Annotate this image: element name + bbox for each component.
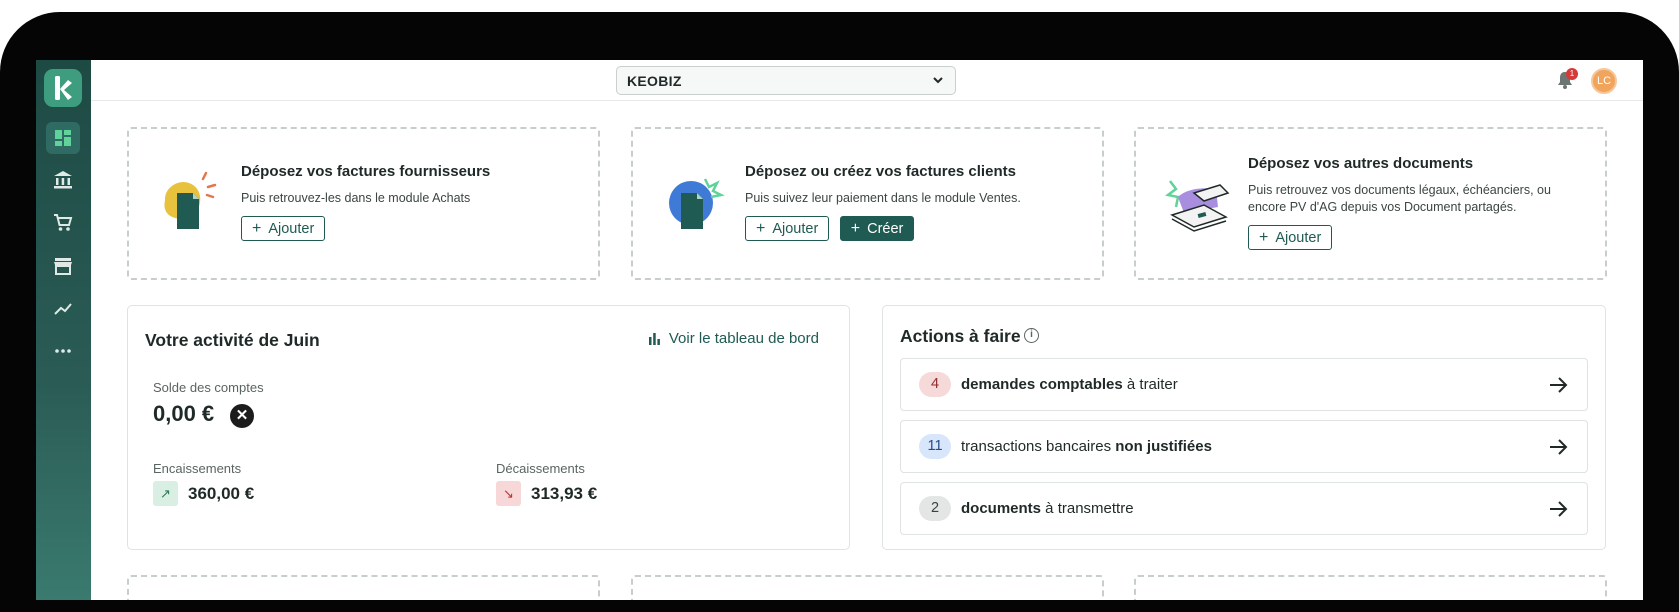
arrow-right-icon <box>1550 501 1568 517</box>
topbar: KEOBIZ 1 LC <box>91 60 1643 101</box>
inflows-label: Encaissements <box>153 461 242 476</box>
card-subtitle: Puis suivez leur paiement dans le module… <box>745 191 1021 205</box>
action-text-bold: non justifiées <box>1115 438 1212 455</box>
count-badge: 2 <box>919 496 951 521</box>
device-frame: KEOBIZ 1 LC Déposez vos factures fournis… <box>0 12 1679 612</box>
action-row-accounting-requests[interactable]: 4 demandes comptables à traiter <box>900 358 1588 411</box>
app-screen: KEOBIZ 1 LC Déposez vos factures fournis… <box>36 60 1643 600</box>
card-subtitle-line: Puis retrouvez vos documents légaux, éch… <box>1248 183 1551 197</box>
chart-line-icon <box>54 303 72 315</box>
card-title: Déposez vos factures fournisseurs <box>241 163 491 180</box>
app-logo[interactable] <box>44 69 82 107</box>
action-text: transactions bancaires <box>961 438 1116 455</box>
notification-badge: 1 <box>1566 68 1578 80</box>
inflows-value: 360,00 € <box>188 484 255 503</box>
outflows-value: 313,93 € <box>531 484 598 503</box>
upload-card-suppliers: Déposez vos factures fournisseurs Puis r… <box>127 127 600 280</box>
disconnected-icon[interactable]: ✕ <box>230 404 254 428</box>
sidebar-item-purchases[interactable] <box>46 207 80 239</box>
dashboard-link[interactable]: Voir le tableau de bord <box>648 330 819 347</box>
outflows-label: Décaissements <box>496 461 585 476</box>
bar-chart-icon <box>648 333 660 345</box>
cart-icon <box>54 214 73 231</box>
dashboard-icon <box>55 130 71 146</box>
count-badge: 4 <box>919 372 951 397</box>
arrow-down-right-icon: ↘ <box>496 481 521 506</box>
info-icon[interactable]: i <box>1024 328 1039 343</box>
avatar[interactable]: LC <box>1591 68 1617 94</box>
keobiz-logo-icon <box>55 76 72 100</box>
notifications-button[interactable]: 1 <box>1556 68 1578 90</box>
sidebar <box>36 60 91 600</box>
company-name: KEOBIZ <box>627 72 682 89</box>
add-supplier-invoice-button[interactable]: + Ajouter <box>241 216 326 241</box>
action-text: à traiter <box>1122 376 1178 393</box>
button-label: Ajouter <box>1275 229 1322 246</box>
button-label: Créer <box>867 220 904 237</box>
add-customer-invoice-button[interactable]: + Ajouter <box>745 216 830 241</box>
sidebar-item-reports[interactable] <box>46 293 80 325</box>
plus-icon: + <box>756 219 766 237</box>
actions-panel: Actions à faire i 4 demandes comptables … <box>882 305 1606 550</box>
chevron-down-icon <box>933 77 943 84</box>
more-icon <box>55 349 71 353</box>
hardware-notch <box>277 16 363 30</box>
card-subtitle: Puis retrouvez-les dans le module Achats <box>241 191 471 205</box>
arrow-right-icon <box>1550 439 1568 455</box>
dashboard-link-label: Voir le tableau de bord <box>668 330 819 347</box>
bank-icon <box>54 171 72 189</box>
card-title: Déposez ou créez vos factures clients <box>745 163 1016 180</box>
plus-icon: + <box>1259 228 1269 246</box>
action-text-bold: documents <box>961 500 1042 517</box>
actions-title: Actions à faire <box>900 326 1021 346</box>
upload-card-documents: Déposez vos autres documents Puis retrou… <box>1134 127 1607 280</box>
sidebar-item-bank[interactable] <box>46 164 80 196</box>
card-subtitle: Puis retrouvez vos documents légaux, éch… <box>1248 182 1551 216</box>
store-icon <box>54 258 72 275</box>
create-invoice-button[interactable]: + Créer <box>839 216 915 241</box>
plus-icon: + <box>252 219 262 237</box>
card-subtitle-line: encore PV d'AG depuis vos Document parta… <box>1248 200 1517 214</box>
bottom-card <box>631 575 1104 600</box>
balance-value: 0,00 € <box>153 401 215 426</box>
action-row-documents[interactable]: 2 documents à transmettre <box>900 482 1588 535</box>
arrow-right-icon <box>1550 377 1568 393</box>
upload-card-customers: Déposez ou créez vos factures clients Pu… <box>631 127 1104 280</box>
action-text: à transmettre <box>1041 500 1134 517</box>
action-text-bold: demandes comptables <box>961 376 1123 393</box>
button-label: Ajouter <box>268 220 315 237</box>
activity-panel: Votre activité de Juin Voir le tableau d… <box>127 305 850 550</box>
sidebar-item-sales[interactable] <box>46 250 80 282</box>
company-selector[interactable]: KEOBIZ <box>616 66 956 95</box>
balance-label: Solde des comptes <box>153 380 264 395</box>
customer-invoice-illustration-icon <box>669 178 725 229</box>
add-document-button[interactable]: + Ajouter <box>1248 225 1333 250</box>
sidebar-item-more[interactable] <box>46 335 80 367</box>
button-label: Ajouter <box>772 220 819 237</box>
plus-icon: + <box>850 219 861 237</box>
hardware-notch <box>187 16 271 30</box>
card-title: Déposez vos autres documents <box>1248 155 1474 172</box>
bottom-card <box>1134 575 1607 600</box>
count-badge: 11 <box>919 434 951 459</box>
action-row-bank-transactions[interactable]: 11 transactions bancaires non justifiées <box>900 420 1588 473</box>
arrow-up-right-icon: ↗ <box>153 481 178 506</box>
activity-title: Votre activité de Juin <box>145 330 320 350</box>
documents-illustration-icon <box>1165 180 1230 232</box>
supplier-invoice-illustration-icon <box>164 171 217 229</box>
bottom-card <box>127 575 600 600</box>
hardware-notch <box>509 16 575 30</box>
sidebar-item-dashboard[interactable] <box>46 122 80 154</box>
